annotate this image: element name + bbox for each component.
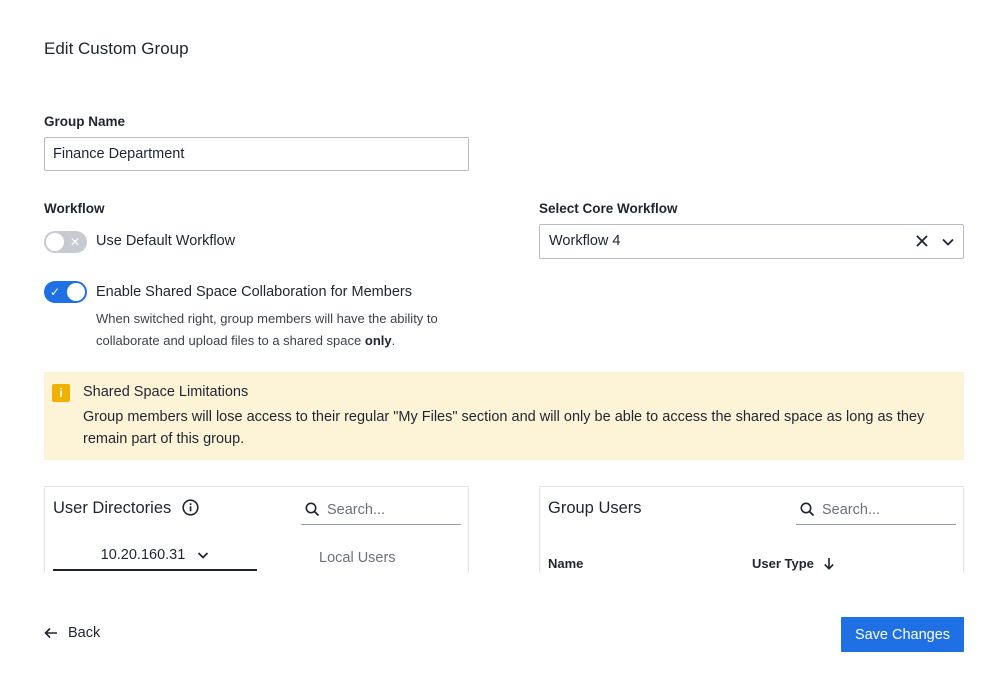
arrow-down-icon <box>823 558 834 570</box>
toggle-knob <box>46 233 64 251</box>
column-header-name[interactable]: Name <box>548 556 583 571</box>
group-name-label: Group Name <box>44 114 126 129</box>
core-workflow-label: Select Core Workflow <box>539 201 678 216</box>
alert-title: Shared Space Limitations <box>83 384 249 400</box>
user-directories-title: User Directories <box>53 499 199 518</box>
shared-space-toggle[interactable]: ✓ <box>44 281 87 303</box>
search-icon <box>305 502 320 517</box>
core-workflow-select[interactable]: Workflow 4 <box>539 224 964 259</box>
local-users-tab[interactable]: Local Users <box>319 550 396 566</box>
shared-space-label: Enable Shared Space Collaboration for Me… <box>96 284 412 300</box>
directory-tab[interactable]: 10.20.160.31 <box>53 547 257 571</box>
user-directories-search-input[interactable] <box>327 499 457 521</box>
shared-space-alert: i Shared Space Limitations Group members… <box>44 372 964 460</box>
chevron-down-icon[interactable] <box>941 235 955 249</box>
group-users-search-input[interactable] <box>822 499 952 521</box>
info-icon: i <box>52 384 70 402</box>
check-icon: ✓ <box>50 285 61 299</box>
x-icon: ✕ <box>69 235 80 249</box>
workflow-label: Workflow <box>44 201 105 216</box>
group-users-panel: Group Users Name User Type <box>539 486 964 573</box>
search-icon <box>800 502 815 517</box>
save-changes-button[interactable]: Save Changes <box>841 617 964 652</box>
default-workflow-toggle[interactable]: ✕ <box>44 231 87 253</box>
group-name-input[interactable] <box>44 137 469 171</box>
toggle-knob <box>67 283 85 301</box>
group-users-title: Group Users <box>548 499 642 517</box>
column-header-user-type[interactable]: User Type <box>752 556 835 571</box>
page-title: Edit Custom Group <box>44 39 189 58</box>
core-workflow-value: Workflow 4 <box>549 233 621 249</box>
chevron-down-icon <box>198 552 209 559</box>
clear-icon[interactable] <box>915 234 929 248</box>
alert-body: Group members will lose access to their … <box>83 409 925 447</box>
default-workflow-label: Use Default Workflow <box>96 233 236 249</box>
user-directories-panel: User Directories 10.20.160.31 Local User… <box>44 486 469 573</box>
shared-space-help: When switched right, group members will … <box>96 311 438 348</box>
user-directories-search <box>301 497 461 525</box>
arrow-left-icon <box>44 627 57 639</box>
info-circle-icon[interactable] <box>182 499 199 516</box>
back-link[interactable]: Back <box>44 625 100 641</box>
group-users-search <box>796 497 956 525</box>
